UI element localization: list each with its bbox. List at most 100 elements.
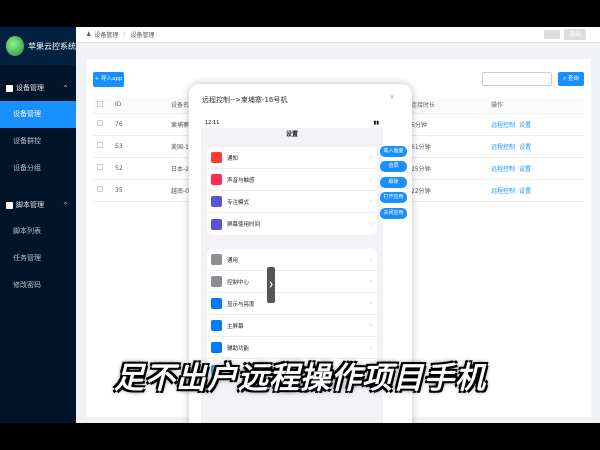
settings-row-label: 显示与亮度 [227, 301, 255, 308]
unlock-button[interactable]: 解锁 [380, 177, 407, 188]
row-checkbox[interactable] [97, 142, 103, 148]
script-icon [6, 201, 13, 209]
settings-link[interactable]: 设置 [519, 122, 531, 129]
column-header: 连接时长 [407, 97, 487, 114]
battery-icon: ▮▮ [373, 120, 379, 126]
sidebar-item-change-password[interactable]: 修改密码 [0, 272, 76, 299]
open-app-button[interactable]: 打开应用 [380, 192, 407, 203]
cell-id: 35 [111, 179, 167, 202]
column-header: ID [111, 97, 167, 114]
logo-text: 苹果云控系统 [28, 41, 76, 51]
column-header: 操作 [487, 97, 584, 114]
close-app-button[interactable]: 关闭应用 [380, 208, 407, 219]
settings-row[interactable]: 主屏幕 › [207, 315, 377, 337]
row-checkbox[interactable] [97, 186, 103, 192]
sidebar-group-device[interactable]: 设备管理 ^ [0, 75, 76, 101]
breadcrumb: ♟ 设备管理 / 设备管理 退出 [76, 27, 600, 43]
exit-button[interactable]: 退出 [564, 29, 586, 40]
settings-row[interactable]: 显示与亮度 › [207, 293, 377, 315]
chevron-right-icon: › [369, 300, 372, 307]
cell-duration: 61分钟 [407, 135, 487, 158]
phone-settings-title: 设置 [201, 128, 383, 142]
select-all-checkbox[interactable] [97, 100, 103, 107]
settings-row-label: 通知 [227, 155, 239, 162]
settings-row-label: 声音与触感 [227, 177, 255, 184]
settings-row[interactable]: 声音与触感 › [207, 169, 377, 191]
sidebar-item-device-manage[interactable]: 设备管理 [0, 101, 76, 128]
settings-row[interactable]: 专注模式 › [207, 191, 377, 213]
settings-row-label: 屏幕使用时间 [227, 222, 261, 228]
chevron-right-icon: › [369, 344, 372, 351]
chevron-right-icon: › [369, 198, 372, 205]
row-checkbox[interactable] [97, 164, 103, 170]
globe-icon [6, 36, 24, 56]
search-button[interactable]: ⌕ 查询 [558, 72, 584, 86]
settings-row-label: 辅助功能 [227, 345, 250, 352]
close-icon[interactable]: × [389, 93, 395, 101]
settings-icon [211, 342, 222, 353]
sidebar-group-script[interactable]: 脚本管理 ^ [0, 192, 76, 218]
search-button-label: 查询 [567, 76, 579, 82]
breadcrumb-separator: / [123, 31, 126, 38]
sidebar-item-task-manage[interactable]: 任务管理 [0, 245, 76, 272]
import-app-button[interactable]: + 导入app [93, 72, 124, 87]
settings-row[interactable]: 通用 › [207, 249, 377, 271]
breadcrumb-item: 设备管理 [130, 32, 155, 39]
settings-icon [211, 196, 222, 207]
toggle-tab[interactable] [544, 30, 560, 39]
settings-icon [211, 174, 222, 185]
chevron-right-icon: › [369, 322, 372, 329]
chevron-right-icon: › [369, 154, 372, 161]
logo: 苹果云控系统 [0, 27, 76, 65]
settings-icon [211, 254, 222, 265]
load-screen-button[interactable]: 载入画面 [380, 146, 407, 157]
settings-link[interactable]: 设置 [519, 144, 531, 151]
home-icon: ♟ [86, 31, 92, 38]
sound-button[interactable]: 音屏 [380, 161, 407, 172]
cell-id: 53 [111, 135, 167, 158]
settings-link[interactable]: 设置 [519, 188, 531, 195]
settings-row[interactable]: 通知 › [207, 147, 377, 169]
breadcrumb-item[interactable]: 设备管理 [94, 30, 118, 39]
user-icon [6, 84, 13, 92]
settings-link[interactable]: 设置 [519, 166, 531, 173]
phone-status-bar: 12:11 ▮▮ [201, 118, 383, 128]
settings-icon [211, 218, 222, 230]
settings-row[interactable]: 控制中心 › [207, 271, 377, 293]
cell-duration: 22分钟 [407, 179, 487, 202]
remote-control-link[interactable]: 远程控制 [491, 188, 515, 195]
chevron-up-icon: ^ [62, 84, 68, 92]
cell-id: 76 [111, 113, 167, 136]
chevron-right-icon[interactable]: ❯ [267, 267, 275, 303]
cell-duration: 6分钟 [407, 113, 487, 136]
settings-row[interactable]: 屏幕使用时间 › [207, 213, 377, 235]
settings-icon [211, 152, 222, 163]
remote-control-link[interactable]: 远程控制 [491, 144, 515, 151]
chevron-right-icon: › [369, 176, 372, 183]
sidebar-item-device-group-control[interactable]: 设备群控 [0, 128, 76, 155]
chevron-right-icon: › [369, 220, 372, 228]
remote-control-link[interactable]: 远程控制 [491, 122, 515, 129]
chevron-up-icon: ^ [62, 201, 68, 209]
sidebar-item-device-grouping[interactable]: 设备分组 [0, 155, 76, 182]
settings-row-label: 专注模式 [227, 199, 250, 206]
settings-group: 通知 › 声音与触感 › 专注模式 › 屏幕使用时间 › [207, 147, 377, 235]
chevron-right-icon: › [369, 256, 372, 263]
cell-id: 52 [111, 157, 167, 180]
settings-row-label: 控制中心 [227, 279, 250, 286]
search-input[interactable] [482, 72, 552, 86]
status-time: 12:11 [205, 120, 220, 126]
cell-duration: 25分钟 [407, 157, 487, 180]
sidebar-group-label: 设备管理 [16, 84, 44, 92]
remote-control-link[interactable]: 远程控制 [491, 166, 515, 173]
row-checkbox[interactable] [97, 120, 103, 126]
settings-icon [211, 276, 222, 287]
chevron-right-icon: › [369, 278, 372, 285]
settings-icon [211, 298, 222, 309]
modal-title: 远程控制-->柬埔寨-16号机 [202, 96, 288, 104]
sidebar-item-script-list[interactable]: 脚本列表 [0, 218, 76, 245]
settings-row-label: 主屏幕 [227, 323, 244, 330]
search-icon: ⌕ [563, 76, 567, 82]
sidebar-group-label: 脚本管理 [16, 201, 44, 209]
video-caption: 足不出户远程操作项目手机 [114, 361, 486, 396]
